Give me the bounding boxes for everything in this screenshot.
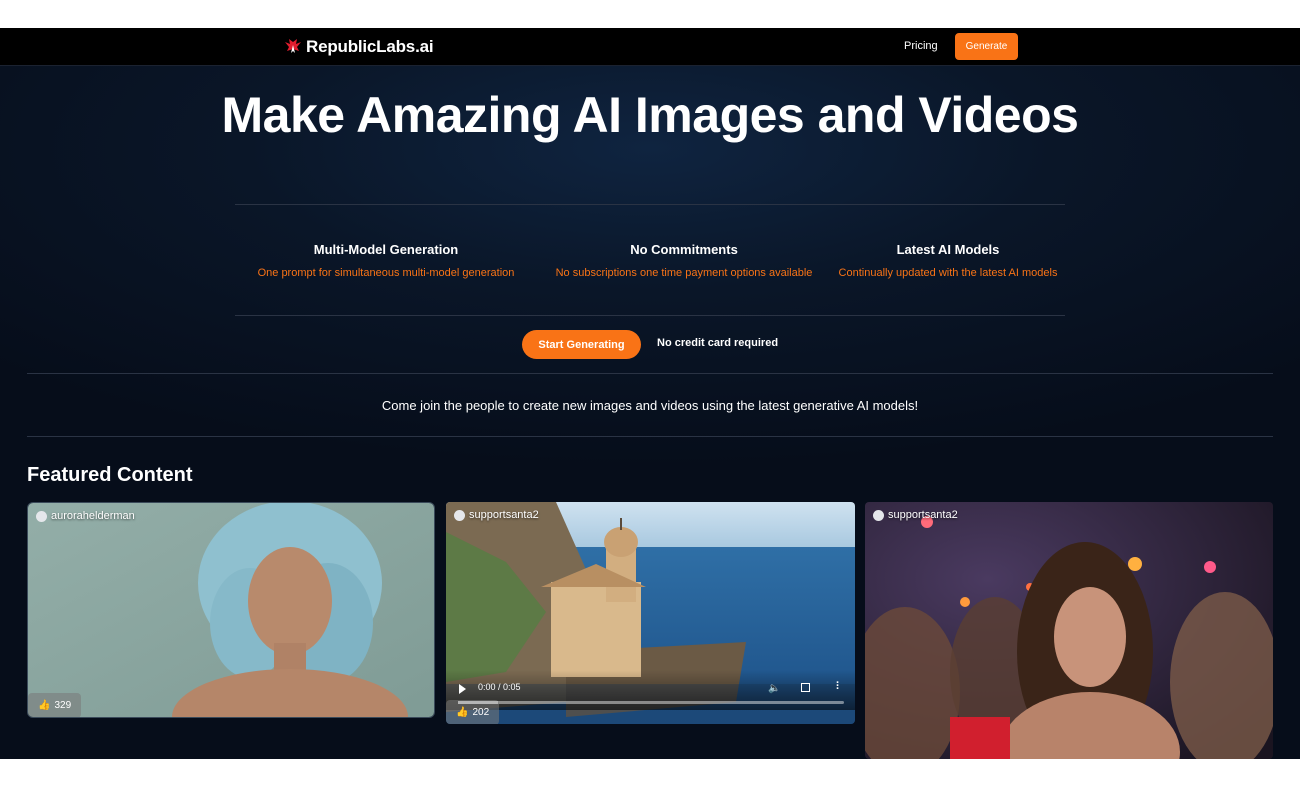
page: RepublicLabs.ai Pricing Generate Make Am… [0, 28, 1300, 759]
divider [235, 204, 1065, 205]
thumbs-up-icon: 👍 [456, 707, 469, 718]
nav-link-pricing[interactable]: Pricing [904, 40, 938, 52]
username: supportsanta2 [888, 509, 958, 521]
portrait-image [28, 503, 434, 717]
thumbs-up-icon: 👍 [38, 700, 51, 711]
top-nav: RepublicLabs.ai Pricing Generate [0, 28, 1300, 66]
play-icon[interactable] [459, 684, 466, 694]
video-controls: 0:00 / 0:05 🔈 · · · [446, 670, 855, 710]
like-button[interactable]: 👍 202 [446, 700, 500, 724]
user-icon [873, 509, 884, 521]
volume-icon[interactable]: 🔈 [768, 683, 780, 694]
feature-title: Latest AI Models [896, 242, 1000, 257]
video-time: 0:00 / 0:05 [478, 682, 521, 692]
divider [235, 315, 1065, 316]
phoenix-logo-icon [285, 39, 301, 53]
featured-card[interactable]: aurorahelderman 👍 329 [27, 502, 435, 718]
no-credit-card-note: No credit card required [657, 337, 779, 349]
like-count: 329 [54, 700, 72, 711]
feature-desc: One prompt for simultaneous multi-model … [257, 267, 515, 279]
brand-logo[interactable]: RepublicLabs.ai [284, 37, 434, 57]
feature-latest-models: Latest AI Models Continually updated wit… [798, 242, 1098, 279]
feature-desc: Continually updated with the latest AI m… [838, 267, 1058, 279]
more-options-icon[interactable]: · · · [836, 678, 840, 695]
feature-title: Multi-Model Generation [313, 242, 459, 257]
featured-video-card[interactable]: supportsanta2 0:00 / 0:05 🔈 · · · 👍 202 [446, 502, 855, 724]
party-portrait-image [865, 502, 1273, 759]
username: aurorahelderman [51, 510, 135, 522]
card-username[interactable]: supportsanta2 [873, 509, 958, 521]
feature-multi-model: Multi-Model Generation One prompt for si… [236, 242, 536, 279]
divider [27, 436, 1273, 437]
brand-name: RepublicLabs.ai [306, 37, 434, 56]
card-username[interactable]: supportsanta2 [454, 509, 539, 521]
feature-no-commitments: No Commitments No subscriptions one time… [534, 242, 834, 279]
card-username[interactable]: aurorahelderman [36, 510, 135, 522]
feature-title: No Commitments [630, 242, 738, 257]
fullscreen-icon[interactable] [801, 683, 810, 692]
like-count: 202 [472, 707, 490, 718]
username: supportsanta2 [469, 509, 539, 521]
nav-generate-button[interactable]: Generate [955, 33, 1018, 60]
user-icon [36, 510, 47, 522]
feature-desc: No subscriptions one time payment option… [555, 267, 813, 279]
featured-content-title: Featured Content [27, 464, 193, 486]
user-icon [454, 509, 465, 521]
divider [27, 373, 1273, 374]
join-text: Come join the people to create new image… [381, 398, 919, 413]
featured-card[interactable]: supportsanta2 [865, 502, 1273, 759]
video-progress-bar[interactable] [458, 701, 844, 704]
like-button[interactable]: 👍 329 [28, 693, 82, 717]
hero-title: Make Amazing AI Images and Videos [221, 87, 1079, 143]
start-generating-button[interactable]: Start Generating [522, 330, 641, 359]
